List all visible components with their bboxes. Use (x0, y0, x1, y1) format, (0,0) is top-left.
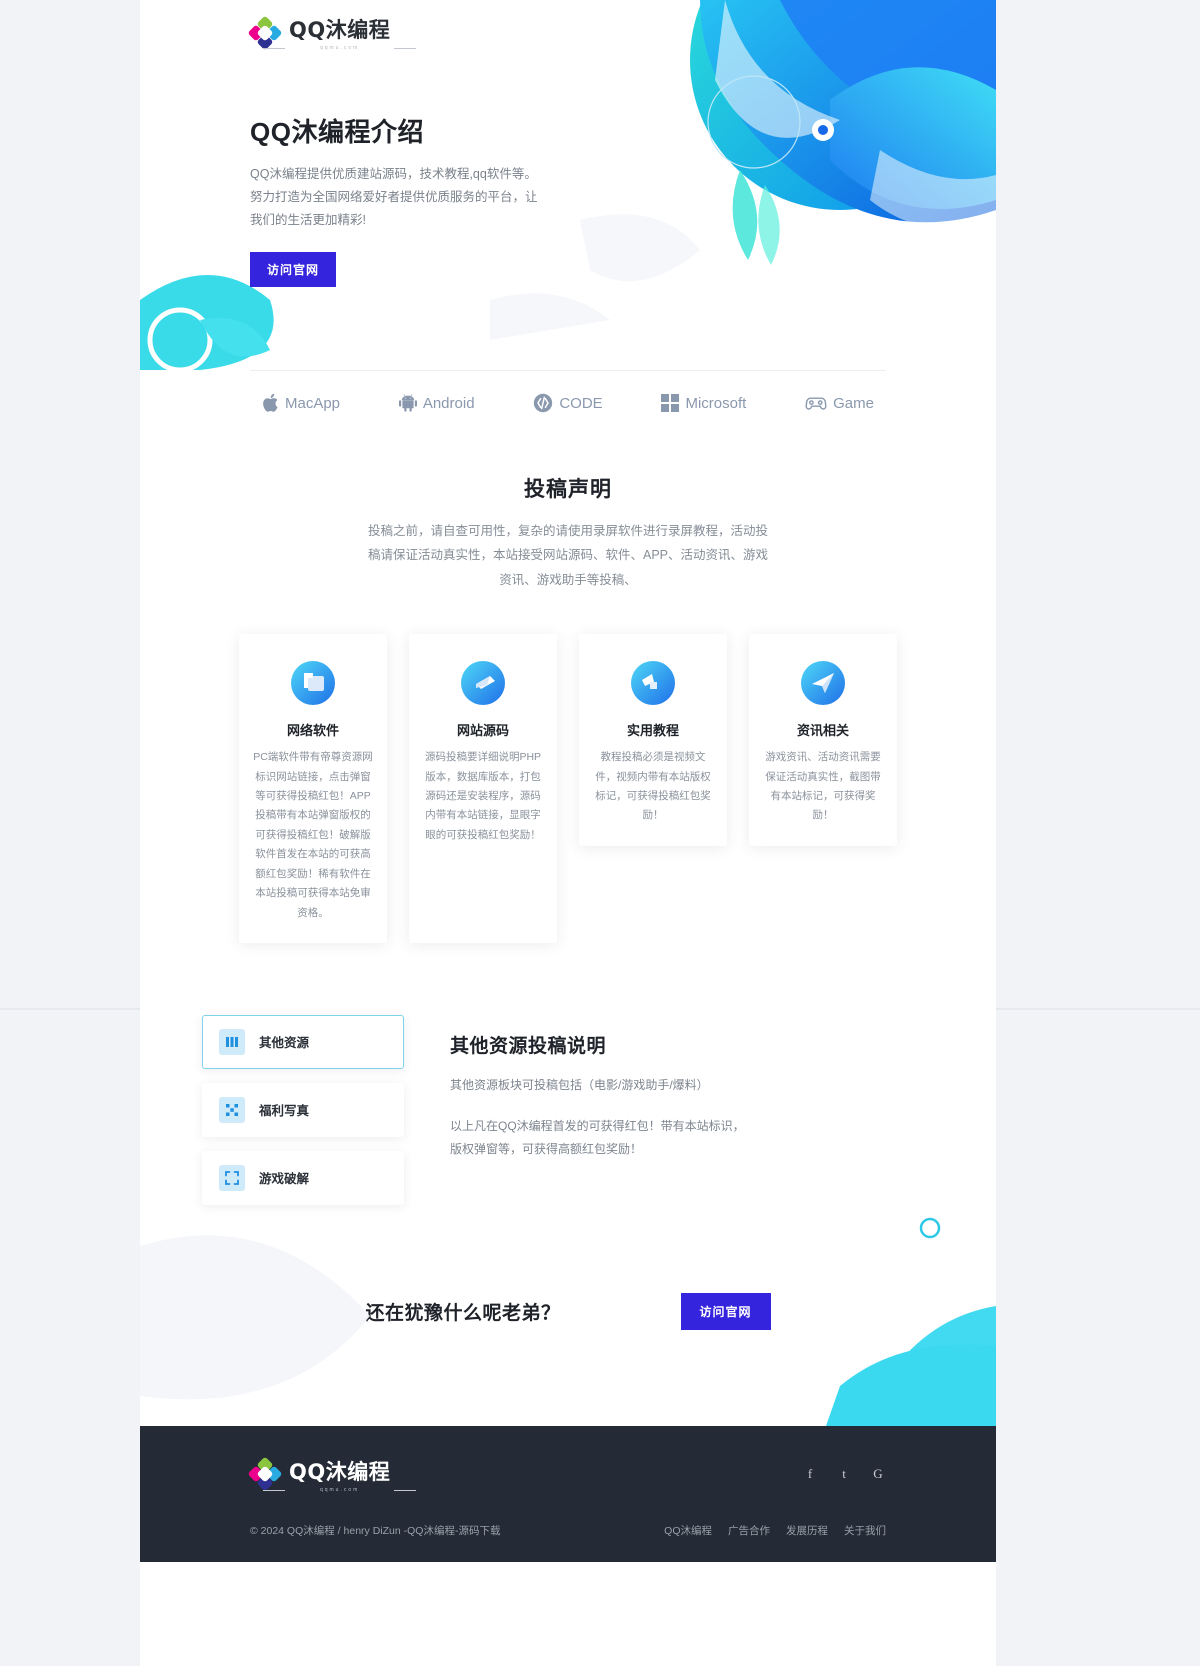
footer-link-about[interactable]: 关于我们 (844, 1523, 886, 1538)
page-footer: QQ沐编程 qqmu.com f t G © 2024 QQ沐编程 / henr… (140, 1425, 996, 1562)
google-icon[interactable]: G (870, 1466, 886, 1482)
hero-content: QQ沐编程介绍 QQ沐编程提供优质建站源码，技术教程,qq软件等。努力打造为全国… (250, 112, 540, 288)
tab-welfare-photos[interactable]: 福利写真 (202, 1082, 404, 1137)
feature-card[interactable]: 网站源码 源码投稿要详细说明PHP版本，数据库版本，打包源码还是安装程序，源码内… (409, 634, 557, 943)
copyright-text: © 2024 QQ沐编程 / henry DiZun -QQ沐编程-源码下载 (250, 1524, 501, 1537)
hero-title: QQ沐编程介绍 (250, 117, 424, 147)
brand-item-android[interactable]: Android (398, 394, 475, 412)
facebook-icon[interactable]: f (802, 1466, 818, 1482)
source-code-icon (460, 660, 506, 706)
brand-label: Android (422, 394, 475, 412)
hero-visit-site-button[interactable]: 访问官网 (250, 252, 337, 288)
footer-top-row: QQ沐编程 qqmu.com f t G (247, 1456, 886, 1493)
brand-item-code[interactable]: CODE (533, 393, 603, 413)
resources-tabs-section: 其他资源 福利写真 游戏破解 其他资源投稿说明 其他资源板块可投稿包括（电影/游… (140, 1003, 996, 1205)
card-title: 网络软件 (286, 723, 339, 739)
card-text: PC端软件带有帝尊资源网标识网站链接，点击弹窗等可获得投稿红包！APP投稿带有本… (253, 751, 373, 919)
cta-visit-site-button[interactable]: 访问官网 (680, 1292, 771, 1330)
android-icon (398, 394, 417, 412)
logo-text: QQ沐编程 qqmu.com (262, 14, 417, 51)
microsoft-icon (661, 394, 680, 412)
panel-paragraph-1: 其他资源板块可投稿包括（电影/游戏助手/爆料） (450, 1077, 709, 1092)
tutorial-icon (630, 660, 676, 706)
tab-label: 福利写真 (259, 1104, 310, 1119)
twitter-icon[interactable]: t (836, 1466, 852, 1482)
logo-text: QQ沐编程 qqmu.com (262, 1456, 417, 1493)
footer-logo-subtitle: qqmu.com (262, 1487, 417, 1493)
brand-logos-row: MacApp Android CODE Microsoft Game (250, 371, 886, 439)
panel-paragraph-2: 以上凡在QQ沐编程首发的可获得红包！带有本站标识，版权弹窗等，可获得高额红包奖励… (450, 1118, 745, 1156)
brand-item-game[interactable]: Game (805, 395, 874, 412)
tab-other-resources[interactable]: 其他资源 (202, 1014, 404, 1069)
hero-paragraph: QQ沐编程提供优质建站源码，技术教程,qq软件等。努力打造为全国网络爱好者提供优… (250, 167, 538, 228)
card-title: 网站源码 (456, 723, 509, 739)
panel-title: 其他资源投稿说明 (450, 1035, 607, 1057)
footer-links: QQ沐编程 广告合作 发展历程 关于我们 (664, 1523, 886, 1538)
footer-link-home[interactable]: QQ沐编程 (664, 1523, 712, 1538)
site-logo[interactable]: QQ沐编程 qqmu.com (247, 14, 417, 51)
tab-label: 其他资源 (259, 1036, 310, 1051)
footer-logo-title: QQ沐编程 (289, 1459, 391, 1484)
brand-label: Game (833, 394, 874, 412)
cta-section: 还在犹豫什么呢老弟？ 访问官网 (140, 1205, 996, 1426)
logo-pinwheel-icon (247, 15, 283, 50)
hero-section: QQ沐编程 qqmu.com QQ沐编程介绍 QQ沐编程提供优质建站源码，技术教… (140, 0, 996, 370)
code-icon (533, 393, 553, 413)
apple-icon (262, 393, 279, 413)
scatter-icon (219, 1096, 245, 1123)
statement-title: 投稿声明 (524, 478, 612, 501)
tab-list: 其他资源 福利写真 游戏破解 (202, 1014, 404, 1205)
social-links: f t G (802, 1466, 886, 1482)
card-text: 教程投稿必须是视频文件，视频内带有本站版权标记，可获得投稿红包奖励！ (595, 751, 711, 822)
feature-card[interactable]: 实用教程 教程投稿必须是视频文件，视频内带有本站版权标记，可获得投稿红包奖励！ (579, 634, 727, 846)
brand-label: MacApp (285, 394, 341, 412)
brand-item-macapp[interactable]: MacApp (262, 393, 340, 413)
tab-game-crack[interactable]: 游戏破解 (202, 1150, 404, 1205)
feature-card[interactable]: 网络软件 PC端软件带有帝尊资源网标识网站链接，点击弹窗等可获得投稿红包！APP… (239, 634, 387, 943)
card-title: 实用教程 (626, 723, 679, 739)
feature-cards-row: 网络软件 PC端软件带有帝尊资源网标识网站链接，点击弹窗等可获得投稿红包！APP… (140, 592, 996, 1003)
page-container: QQ沐编程 qqmu.com QQ沐编程介绍 QQ沐编程提供优质建站源码，技术教… (140, 0, 996, 1666)
cta-title: 还在犹豫什么呢老弟？ (365, 1302, 561, 1324)
footer-logo[interactable]: QQ沐编程 qqmu.com (247, 1456, 417, 1493)
gamepad-icon (805, 395, 827, 411)
logo-title: QQ沐编程 (289, 18, 391, 42)
brand-item-microsoft[interactable]: Microsoft (661, 394, 746, 412)
tab-panel: 其他资源投稿说明 其他资源板块可投稿包括（电影/游戏助手/爆料） 以上凡在QQ沐… (450, 1015, 750, 1205)
brand-label: CODE (559, 394, 603, 412)
footer-link-history[interactable]: 发展历程 (786, 1523, 828, 1538)
card-text: 源码投稿要详细说明PHP版本，数据库版本，打包源码还是安装程序，源码内带有本站链… (424, 751, 542, 841)
news-icon (800, 660, 846, 706)
feature-card[interactable]: 资讯相关 游戏资讯、活动资讯需要保证活动真实性，截图带有本站标记，可获得奖励！ (749, 634, 897, 846)
logo-subtitle: qqmu.com (262, 45, 417, 51)
statement-section: 投稿声明 投稿之前，请自查可用性，复杂的请使用录屏软件进行录屏教程，活动投稿请保… (140, 439, 996, 592)
footer-bottom-row: © 2024 QQ沐编程 / henry DiZun -QQ沐编程-源码下载 Q… (250, 1523, 886, 1538)
network-software-icon (290, 660, 336, 706)
expand-icon (219, 1164, 245, 1191)
bars-icon (219, 1028, 245, 1055)
card-title: 资讯相关 (796, 723, 849, 739)
brand-label: Microsoft (685, 394, 747, 412)
logo-pinwheel-icon (247, 1456, 283, 1492)
statement-description: 投稿之前，请自查可用性，复杂的请使用录屏软件进行录屏教程，活动投稿请保证活动真实… (368, 524, 769, 587)
tab-label: 游戏破解 (259, 1172, 310, 1187)
card-text: 游戏资讯、活动资讯需要保证活动真实性，截图带有本站标记，可获得奖励！ (765, 751, 881, 822)
footer-link-advertising[interactable]: 广告合作 (728, 1523, 770, 1538)
